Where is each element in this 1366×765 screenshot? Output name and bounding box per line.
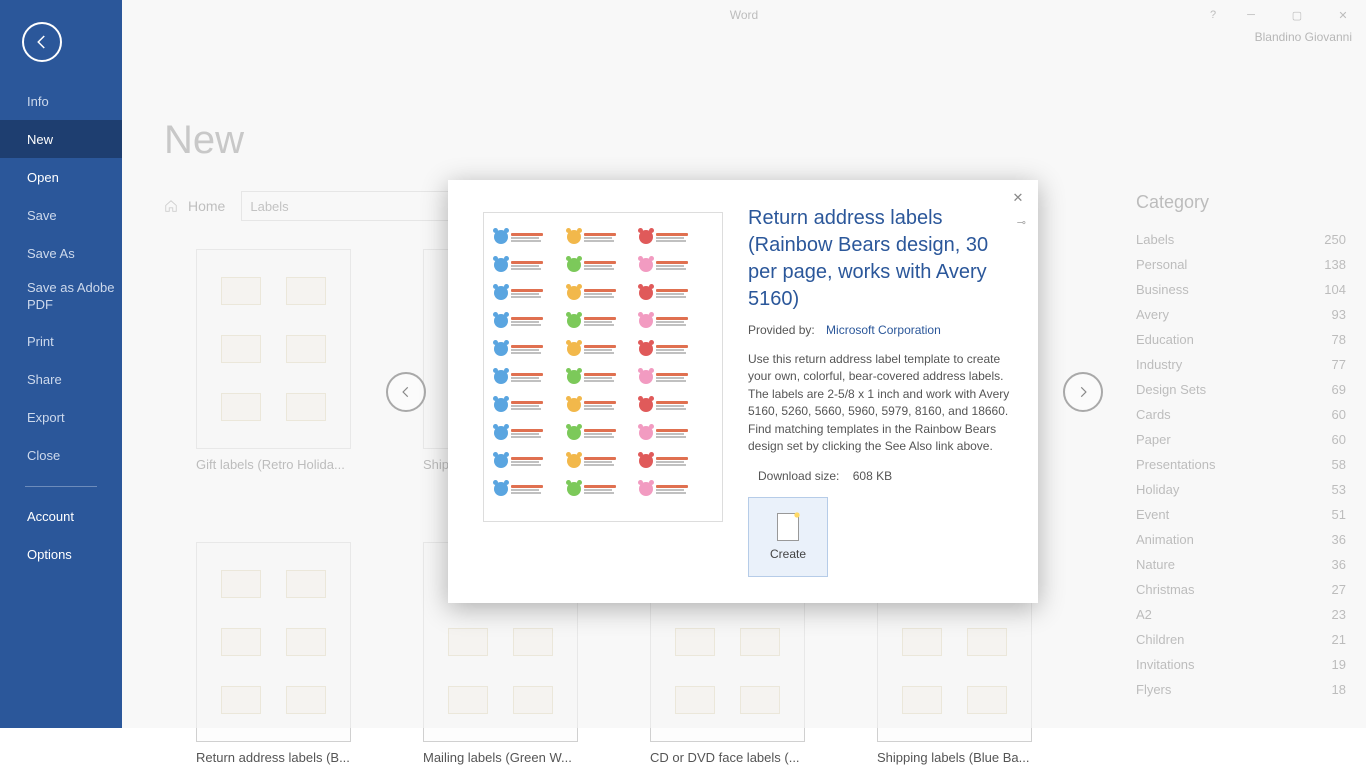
- modal-description: Use this return address label template t…: [748, 351, 1013, 455]
- nav-close[interactable]: Close: [0, 436, 122, 474]
- modal-provider-row: Provided by: Microsoft Corporation: [748, 323, 1013, 337]
- nav-save[interactable]: Save: [0, 196, 122, 234]
- nav-open[interactable]: Open: [0, 158, 122, 196]
- pin-icon[interactable]: ⊸: [1017, 216, 1026, 229]
- template-detail-modal: ✕ ⊸ Return address labels (Rainbow Bears…: [448, 180, 1038, 603]
- nav-options[interactable]: Options: [0, 535, 122, 573]
- template-name: Return address labels (B...: [196, 750, 351, 765]
- modal-title: Return address labels (Rainbow Bears des…: [748, 205, 1013, 313]
- download-label: Download size:: [758, 469, 839, 483]
- template-name: Shipping labels (Blue Ba...: [877, 750, 1032, 765]
- nav-separator: [25, 486, 97, 487]
- chevron-right-icon: [1076, 385, 1090, 399]
- nav-print[interactable]: Print: [0, 322, 122, 360]
- template-name: CD or DVD face labels (...: [650, 750, 805, 765]
- arrow-left-icon: [33, 33, 51, 51]
- back-button[interactable]: [22, 22, 62, 62]
- nav-export[interactable]: Export: [0, 398, 122, 436]
- chevron-left-icon: [399, 385, 413, 399]
- template-preview: [483, 212, 723, 522]
- download-size-row: Download size: 608 KB: [748, 469, 1013, 483]
- nav-save-as-pdf[interactable]: Save as Adobe PDF: [0, 272, 122, 322]
- nav-account[interactable]: Account: [0, 497, 122, 535]
- provided-by-label: Provided by:: [748, 323, 815, 337]
- prev-template-button[interactable]: [386, 372, 426, 412]
- nav-info[interactable]: Info: [0, 82, 122, 120]
- nav-share[interactable]: Share: [0, 360, 122, 398]
- create-label: Create: [770, 547, 806, 561]
- nav-save-as[interactable]: Save As: [0, 234, 122, 272]
- modal-close-button[interactable]: ✕: [1010, 190, 1026, 206]
- backstage-sidebar: Info New Open Save Save As Save as Adobe…: [0, 0, 122, 728]
- template-name: Mailing labels (Green W...: [423, 750, 578, 765]
- download-size: 608 KB: [853, 469, 892, 483]
- provider-link[interactable]: Microsoft Corporation: [826, 323, 941, 337]
- new-document-icon: [777, 513, 799, 541]
- nav-new[interactable]: New: [0, 120, 122, 158]
- create-button[interactable]: Create: [748, 497, 828, 577]
- next-template-button[interactable]: [1063, 372, 1103, 412]
